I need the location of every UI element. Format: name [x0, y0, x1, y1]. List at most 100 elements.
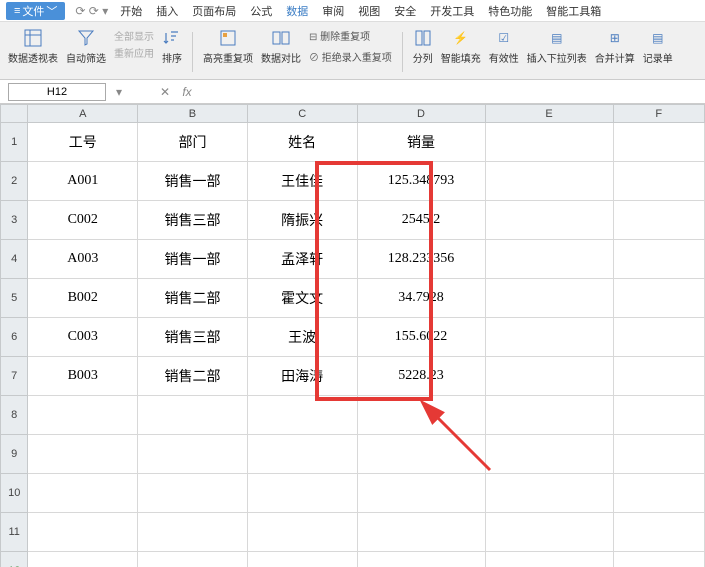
deldup-button[interactable]: ⊟ 删除重复项	[309, 28, 370, 43]
row-header-11[interactable]: 11	[1, 513, 28, 552]
cell[interactable]	[613, 474, 704, 513]
row-header-5[interactable]: 5	[1, 279, 28, 318]
cell[interactable]	[247, 552, 357, 567]
cell[interactable]: 销售二部	[138, 279, 248, 318]
row-header-3[interactable]: 3	[1, 201, 28, 240]
cell[interactable]	[613, 201, 704, 240]
cell[interactable]: 销售三部	[138, 201, 248, 240]
spreadsheet[interactable]: A B C D E F 1 工号 部门 姓名 销量 2A001销售一部王佳佳12…	[0, 104, 705, 567]
fillfast-button[interactable]: ⚡ 智能填充	[441, 28, 481, 65]
menu-formula[interactable]: 公式	[248, 2, 274, 20]
cell[interactable]: 2545.2	[357, 201, 485, 240]
row-header-12[interactable]: 12	[1, 552, 28, 567]
cell[interactable]	[485, 552, 613, 567]
cell[interactable]	[247, 435, 357, 474]
cell[interactable]	[357, 474, 485, 513]
cell[interactable]	[138, 552, 248, 567]
cell[interactable]	[28, 513, 138, 552]
cell[interactable]: B003	[28, 357, 138, 396]
fx-icon[interactable]: fx	[178, 85, 196, 99]
validity-button[interactable]: ☑ 有效性	[489, 28, 519, 65]
cell[interactable]: 销售二部	[138, 357, 248, 396]
cell[interactable]: 田海涛	[247, 357, 357, 396]
cell[interactable]	[613, 435, 704, 474]
cell[interactable]	[247, 396, 357, 435]
cell[interactable]	[485, 357, 613, 396]
cell[interactable]: 销售一部	[138, 162, 248, 201]
row-header-8[interactable]: 8	[1, 396, 28, 435]
row-header-2[interactable]: 2	[1, 162, 28, 201]
menu-review[interactable]: 审阅	[320, 2, 346, 20]
col-header-D[interactable]: D	[357, 105, 485, 123]
cell[interactable]: 姓名	[247, 123, 357, 162]
menu-tools[interactable]: 智能工具箱	[544, 2, 603, 20]
cell[interactable]: C003	[28, 318, 138, 357]
compare-button[interactable]: 数据对比	[261, 28, 301, 65]
row-header-10[interactable]: 10	[1, 474, 28, 513]
cell[interactable]	[613, 279, 704, 318]
menu-dev[interactable]: 开发工具	[428, 2, 476, 20]
cell[interactable]: 王波	[247, 318, 357, 357]
cancel-icon[interactable]: ✕	[156, 85, 174, 99]
dropdown-arrow-icon[interactable]: ▾	[110, 85, 128, 99]
cell[interactable]	[28, 396, 138, 435]
cell[interactable]	[138, 513, 248, 552]
cell[interactable]	[357, 435, 485, 474]
cell[interactable]: C002	[28, 201, 138, 240]
cell[interactable]	[485, 513, 613, 552]
menu-insert[interactable]: 插入	[154, 2, 180, 20]
textcol-button[interactable]: 分列	[413, 28, 433, 65]
cell[interactable]	[485, 318, 613, 357]
cell[interactable]	[138, 435, 248, 474]
row-header-4[interactable]: 4	[1, 240, 28, 279]
menu-layout[interactable]: 页面布局	[190, 2, 238, 20]
cell[interactable]	[613, 396, 704, 435]
reapply-button[interactable]: 重新应用	[114, 45, 154, 60]
cell[interactable]	[485, 123, 613, 162]
cell[interactable]: B002	[28, 279, 138, 318]
cell[interactable]: 34.7928	[357, 279, 485, 318]
col-header-C[interactable]: C	[247, 105, 357, 123]
select-all-corner[interactable]	[1, 105, 28, 123]
cell[interactable]	[485, 396, 613, 435]
reject-button[interactable]: ⊘ 拒绝录入重复项	[309, 49, 392, 64]
menu-home[interactable]: 开始	[118, 2, 144, 20]
cell[interactable]	[247, 474, 357, 513]
cell[interactable]	[357, 513, 485, 552]
row-header-6[interactable]: 6	[1, 318, 28, 357]
cell[interactable]: 销量	[357, 123, 485, 162]
cell[interactable]	[138, 474, 248, 513]
cell[interactable]	[613, 318, 704, 357]
col-header-F[interactable]: F	[613, 105, 704, 123]
file-menu[interactable]: ≡ 文件 ﹀	[6, 2, 65, 20]
cell[interactable]: 5228.23	[357, 357, 485, 396]
highlight-button[interactable]: 高亮重复项	[203, 28, 253, 65]
dropdown-button[interactable]: ▤ 插入下拉列表	[527, 28, 587, 65]
consolidate-button[interactable]: ⊞ 合并计算	[595, 28, 635, 65]
cell[interactable]: 125.348793	[357, 162, 485, 201]
cell[interactable]	[613, 552, 704, 567]
cell[interactable]	[357, 396, 485, 435]
row-header-9[interactable]: 9	[1, 435, 28, 474]
cell[interactable]	[357, 552, 485, 567]
menu-data[interactable]: 数据	[284, 2, 310, 20]
cell[interactable]	[485, 474, 613, 513]
sort-button[interactable]: 排序	[162, 28, 182, 65]
cell[interactable]: 部门	[138, 123, 248, 162]
cell[interactable]: 销售三部	[138, 318, 248, 357]
cell[interactable]	[485, 435, 613, 474]
col-header-A[interactable]: A	[28, 105, 138, 123]
cell[interactable]	[247, 513, 357, 552]
menu-safe[interactable]: 安全	[392, 2, 418, 20]
cell[interactable]	[485, 279, 613, 318]
row-header-7[interactable]: 7	[1, 357, 28, 396]
cell[interactable]	[613, 240, 704, 279]
cell[interactable]: A001	[28, 162, 138, 201]
col-header-E[interactable]: E	[485, 105, 613, 123]
autofilter-button[interactable]: 自动筛选	[66, 28, 106, 65]
cell[interactable]	[138, 396, 248, 435]
cell[interactable]: 隋振兴	[247, 201, 357, 240]
record-button[interactable]: ▤ 记录单	[643, 28, 673, 65]
cell[interactable]: 工号	[28, 123, 138, 162]
cell[interactable]	[28, 552, 138, 567]
